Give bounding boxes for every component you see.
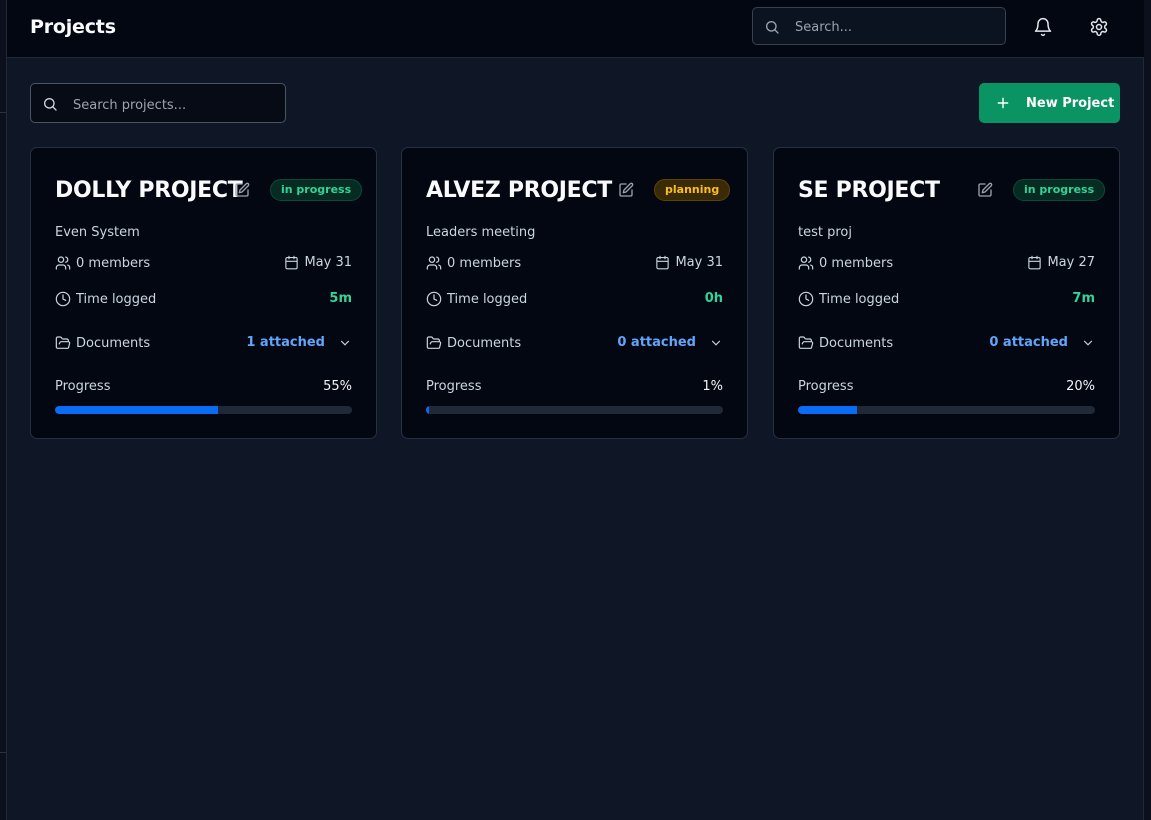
due-date: May 31 [304, 255, 352, 270]
status-badge: in progress [270, 179, 363, 201]
clock-icon [55, 291, 71, 307]
users-icon [55, 256, 71, 270]
sidebar-divider [0, 112, 6, 113]
clock-icon [798, 291, 814, 307]
progress-value: 20% [1066, 379, 1095, 394]
members-row: 0 members May 27 [798, 255, 1095, 275]
edit-icon[interactable] [618, 182, 634, 198]
calendar-icon [1028, 255, 1042, 270]
sidebar-divider [0, 752, 6, 753]
global-search-box[interactable] [752, 7, 1006, 45]
progress-row: Progress 55% [55, 379, 352, 399]
folder-open-icon [798, 336, 814, 349]
documents-label: Documents [819, 335, 894, 351]
documents-attached-link[interactable]: 1 attached [246, 335, 325, 350]
edit-icon[interactable] [977, 182, 993, 198]
members-row: 0 members May 31 [55, 255, 352, 275]
documents-row: Documents 0 attached [798, 335, 1095, 355]
gear-icon[interactable] [1089, 17, 1109, 37]
folder-open-icon [426, 336, 442, 349]
documents-label: Documents [76, 335, 151, 351]
progress-value: 55% [323, 379, 352, 394]
progress-fill [426, 406, 429, 414]
time-logged-label: Time logged [819, 291, 900, 307]
members-row: 0 members May 31 [426, 255, 723, 275]
project-name: DOLLY PROJECT [55, 178, 243, 203]
users-icon [426, 256, 442, 270]
time-row: Time logged 7m [798, 291, 1095, 311]
status-badge: in progress [1013, 179, 1106, 201]
project-description: Leaders meeting [426, 225, 536, 240]
project-name: ALVEZ PROJECT [426, 178, 612, 203]
progress-bar [55, 406, 352, 414]
time-logged-label: Time logged [447, 291, 528, 307]
new-project-label: New Project [1026, 95, 1115, 111]
due-date: May 31 [675, 255, 723, 270]
progress-row: Progress 1% [426, 379, 723, 399]
search-icon [44, 98, 57, 111]
calendar-icon [285, 255, 299, 270]
project-search-box[interactable] [30, 83, 286, 123]
progress-bar [426, 406, 723, 414]
members-count: 0 members [819, 255, 894, 271]
calendar-icon [656, 255, 670, 270]
progress-bar [798, 406, 1095, 414]
project-description: Even System [55, 225, 140, 240]
plus-icon [997, 97, 1009, 109]
time-row: Time logged 0h [426, 291, 723, 311]
search-icon [766, 21, 779, 34]
new-project-button[interactable]: New Project [979, 83, 1120, 123]
due-date: May 27 [1047, 255, 1095, 270]
documents-attached-link[interactable]: 0 attached [617, 335, 696, 350]
documents-row: Documents 1 attached [55, 335, 352, 355]
project-card: SE PROJECT in progress test proj 0 membe… [773, 147, 1120, 439]
clock-icon [426, 291, 442, 307]
progress-row: Progress 20% [798, 379, 1095, 399]
progress-label: Progress [55, 379, 111, 394]
progress-label: Progress [798, 379, 854, 394]
status-badge: planning [654, 179, 731, 201]
progress-fill [55, 406, 219, 414]
project-card: DOLLY PROJECT in progress Even System 0 … [30, 147, 377, 439]
top-bar: Projects [7, 0, 1144, 58]
progress-fill [798, 406, 858, 414]
project-name: SE PROJECT [798, 178, 940, 203]
bell-icon[interactable] [1033, 17, 1053, 37]
project-search-input[interactable] [71, 95, 275, 115]
documents-row: Documents 0 attached [426, 335, 723, 355]
users-icon [798, 256, 814, 270]
project-description: test proj [798, 225, 852, 240]
chevron-down-icon[interactable] [1081, 336, 1095, 350]
documents-label: Documents [447, 335, 522, 351]
progress-value: 1% [702, 379, 723, 394]
page-title: Projects [30, 16, 116, 38]
members-count: 0 members [76, 255, 151, 271]
time-row: Time logged 5m [55, 291, 352, 311]
chevron-down-icon[interactable] [709, 336, 723, 350]
folder-open-icon [55, 336, 71, 349]
edit-icon[interactable] [234, 182, 250, 198]
documents-attached-link[interactable]: 0 attached [989, 335, 1068, 350]
global-search-input[interactable] [793, 17, 997, 37]
right-panel-edge [1143, 0, 1151, 820]
time-logged-value: 5m [329, 291, 352, 306]
project-card: ALVEZ PROJECT planning Leaders meeting 0… [401, 147, 748, 439]
time-logged-value: 7m [1072, 291, 1095, 306]
time-logged-label: Time logged [76, 291, 157, 307]
left-sidebar-edge [0, 0, 7, 820]
chevron-down-icon[interactable] [338, 336, 352, 350]
members-count: 0 members [447, 255, 522, 271]
progress-label: Progress [426, 379, 482, 394]
time-logged-value: 0h [704, 291, 723, 306]
